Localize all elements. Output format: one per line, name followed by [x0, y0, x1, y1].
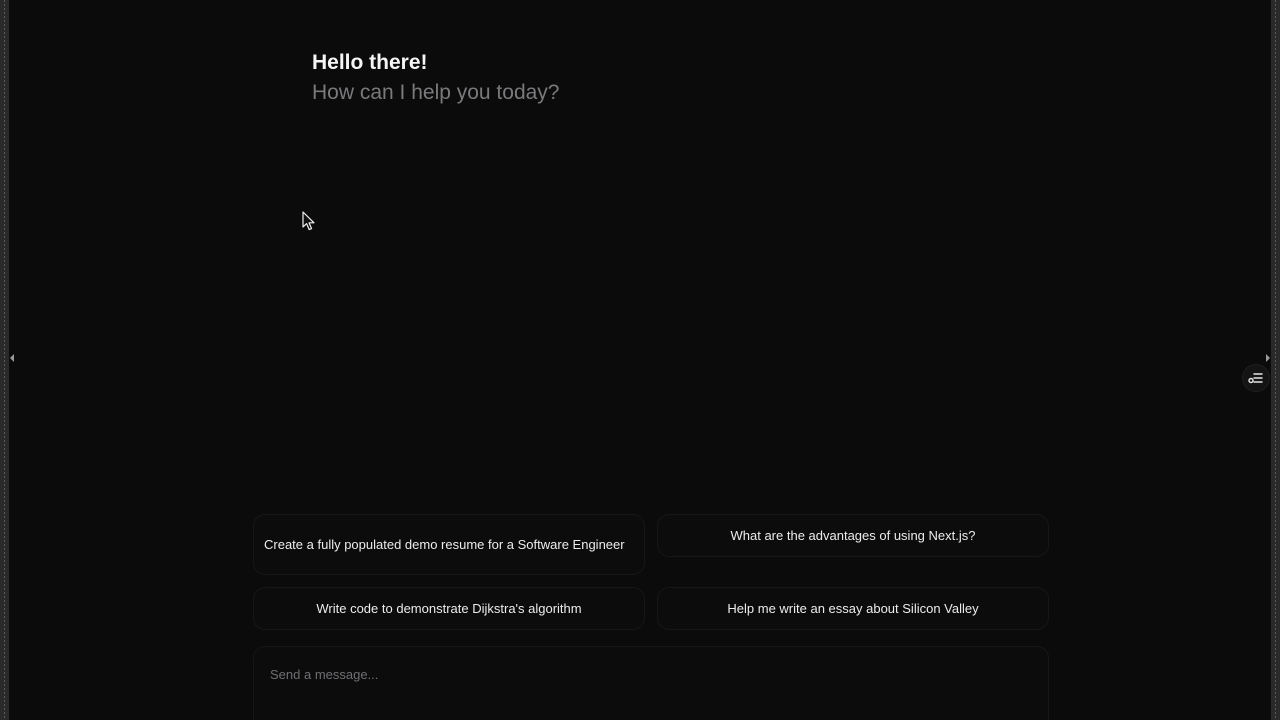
suggestion-card[interactable]: Write code to demonstrate Dijkstra's alg…	[253, 587, 645, 630]
greeting: Hello there! How can I help you today?	[312, 48, 560, 108]
suggestion-text: Write code to demonstrate Dijkstra's alg…	[316, 601, 582, 616]
message-input[interactable]	[270, 665, 1010, 685]
message-composer	[253, 646, 1049, 720]
app-window: Hello there! How can I help you today? C…	[0, 0, 1280, 720]
suggestion-card[interactable]: Help me write an essay about Silicon Val…	[657, 587, 1049, 630]
greeting-title: Hello there!	[312, 51, 428, 74]
suggested-prompts: Create a fully populated demo resume for…	[253, 514, 1049, 630]
suggestion-text: Create a fully populated demo resume for…	[264, 537, 625, 552]
greeting-subtitle: How can I help you today?	[312, 81, 560, 104]
sidebar-toggle-button[interactable]	[1242, 364, 1270, 392]
suggestion-card[interactable]: What are the advantages of using Next.js…	[657, 514, 1049, 557]
suggestion-text: Help me write an essay about Silicon Val…	[727, 601, 979, 616]
left-resize-handle[interactable]	[10, 354, 14, 362]
suggestion-text: What are the advantages of using Next.js…	[730, 528, 976, 543]
sliders-icon	[1248, 373, 1263, 384]
suggestion-card[interactable]: Create a fully populated demo resume for…	[253, 514, 645, 575]
right-resize-handle[interactable]	[1266, 354, 1270, 362]
mouse-pointer-icon	[302, 211, 315, 231]
